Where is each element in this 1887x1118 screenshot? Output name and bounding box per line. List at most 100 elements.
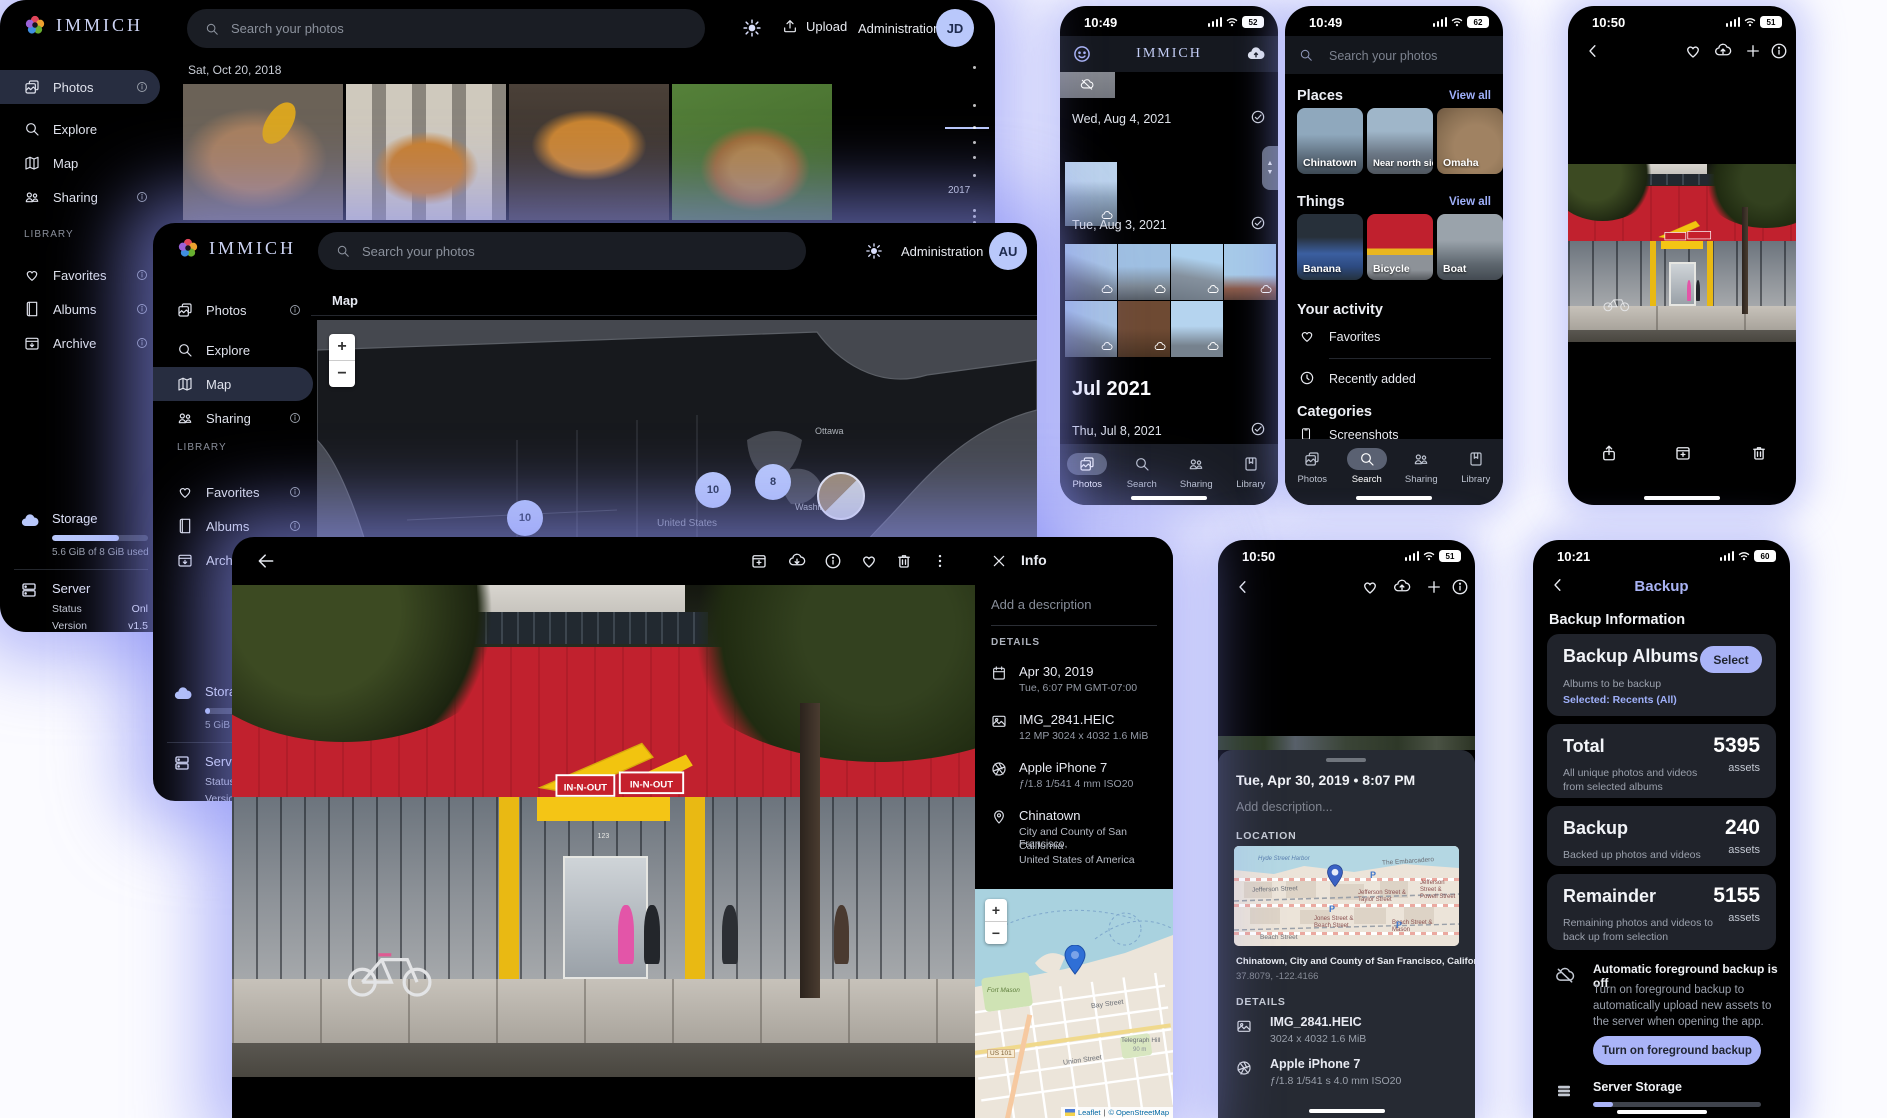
turn-on-foreground-backup-button[interactable]: Turn on foreground backup <box>1593 1036 1761 1065</box>
description-input[interactable]: Add description... <box>1236 800 1333 814</box>
user-avatar[interactable]: JD <box>936 9 974 47</box>
photo-thumb[interactable] <box>1065 162 1117 226</box>
nav-tab-library[interactable]: Library <box>1449 439 1504 505</box>
info-button[interactable] <box>1770 42 1788 60</box>
sidebar-item-map[interactable]: Map <box>0 146 160 180</box>
home-indicator[interactable] <box>1131 496 1207 500</box>
mini-map-zoom-control[interactable]: + − <box>985 899 1007 944</box>
delete-button[interactable] <box>895 552 913 570</box>
favorites-row[interactable]: Favorites <box>1285 326 1503 350</box>
info-icon[interactable] <box>136 269 148 281</box>
things-view-all-link[interactable]: View all <box>1449 196 1491 208</box>
home-indicator[interactable] <box>1617 1110 1707 1114</box>
map-zoom-control[interactable]: + − <box>329 334 355 387</box>
search-bar[interactable]: Search your photos <box>318 232 806 270</box>
photo-thumb[interactable] <box>1224 244 1276 300</box>
day-select-checkbox[interactable] <box>1250 109 1266 125</box>
sidebar-item-sharing[interactable]: Sharing <box>153 401 313 435</box>
sidebar-item-favorites[interactable]: Favorites <box>153 475 313 509</box>
upload-cloud-button[interactable] <box>1393 578 1411 596</box>
theme-toggle-button[interactable] <box>742 18 762 38</box>
info-icon[interactable] <box>136 337 148 349</box>
upload-cloud-button[interactable] <box>1714 42 1732 60</box>
sidebar-item-sharing[interactable]: Sharing <box>0 180 160 214</box>
places-view-all-link[interactable]: View all <box>1449 90 1491 102</box>
info-button[interactable] <box>824 552 842 570</box>
sidebar-item-favorites[interactable]: Favorites <box>0 258 160 292</box>
photo-thumb[interactable] <box>1065 301 1117 357</box>
photo-thumb[interactable] <box>183 84 343 220</box>
photo-cluster-marker[interactable]: 8 <box>755 464 791 500</box>
user-avatar[interactable]: AU <box>989 232 1027 270</box>
thing-card[interactable]: Banana <box>1297 214 1363 280</box>
zoom-in-button[interactable]: + <box>985 899 1007 922</box>
thing-card[interactable]: Boat <box>1437 214 1503 280</box>
nav-tab-library[interactable]: Library <box>1224 444 1279 505</box>
administration-link[interactable]: Administration <box>858 21 940 36</box>
photo-map-marker[interactable] <box>817 472 865 520</box>
info-icon[interactable] <box>289 304 301 316</box>
info-icon[interactable] <box>136 191 148 203</box>
nav-tab-photos[interactable]: Photos <box>1285 439 1340 505</box>
archive-button[interactable] <box>1674 444 1692 462</box>
scrollbar-thumb[interactable]: ▲▼ <box>1262 146 1278 190</box>
photo-thumb[interactable] <box>346 84 506 220</box>
more-options-button[interactable] <box>931 552 949 570</box>
nav-tab-photos[interactable]: Photos <box>1060 444 1115 505</box>
close-info-button[interactable] <box>991 553 1007 569</box>
share-button[interactable] <box>1600 444 1618 462</box>
thing-card[interactable]: Bicycle <box>1367 214 1433 280</box>
info-icon[interactable] <box>136 81 148 93</box>
favorite-button[interactable] <box>1684 42 1702 60</box>
info-icon[interactable] <box>289 486 301 498</box>
upload-button[interactable]: Upload <box>782 18 847 34</box>
location-mini-map[interactable]: Fort Mason US 101 Bay Street Union Stree… <box>975 889 1173 1118</box>
zoom-in-button[interactable]: + <box>329 334 355 361</box>
zoom-out-button[interactable]: − <box>329 361 355 387</box>
immich-logo[interactable]: IMMICH <box>24 14 143 36</box>
photo-thumb[interactable] <box>1171 301 1223 357</box>
place-card[interactable]: Chinatown <box>1297 108 1363 174</box>
photo-thumb[interactable] <box>1171 244 1223 300</box>
home-indicator[interactable] <box>1356 496 1432 500</box>
sheet-drag-handle[interactable] <box>1326 758 1366 762</box>
photo-main[interactable]: IN-N-OUT IN-N-OUT 123 <box>232 585 975 1077</box>
photo-thumb[interactable] <box>509 84 669 220</box>
sidebar-item-explore[interactable]: Explore <box>153 333 313 367</box>
place-card[interactable]: Omaha <box>1437 108 1503 174</box>
location-title[interactable]: Chinatown <box>1019 808 1080 823</box>
photo-strip[interactable] <box>1218 736 1475 750</box>
info-icon[interactable] <box>289 520 301 532</box>
photo-cluster-marker[interactable]: 10 <box>507 500 543 536</box>
location-map[interactable]: Hyde Street Harbor The Embarcadero Jeffe… <box>1234 846 1459 946</box>
photo-cluster-marker[interactable]: 10 <box>695 472 731 508</box>
sidebar-item-archive[interactable]: Archive <box>0 326 160 360</box>
photo-thumb[interactable] <box>1060 72 1115 98</box>
search-bar[interactable]: Search your photos <box>1285 36 1503 74</box>
photo-thumb[interactable] <box>1118 301 1170 357</box>
add-button[interactable] <box>1425 578 1443 596</box>
zoom-out-button[interactable]: − <box>985 922 1007 944</box>
photo-thumb[interactable] <box>672 84 832 220</box>
sidebar-item-explore[interactable]: Explore <box>0 112 160 146</box>
back-button[interactable] <box>1234 578 1252 596</box>
favorite-button[interactable] <box>1361 578 1379 596</box>
home-indicator[interactable] <box>1644 496 1720 500</box>
theme-toggle-button[interactable] <box>865 242 883 260</box>
photo-thumb[interactable] <box>1118 244 1170 300</box>
search-bar[interactable]: Search your photos <box>187 9 705 48</box>
leaflet-link[interactable]: Leaflet <box>1078 1108 1101 1117</box>
delete-button[interactable] <box>1750 444 1768 462</box>
favorite-button[interactable] <box>860 552 878 570</box>
description-input[interactable]: Add a description <box>991 597 1091 612</box>
info-icon[interactable] <box>289 412 301 424</box>
back-button[interactable] <box>1584 42 1602 60</box>
select-albums-button[interactable]: Select <box>1700 646 1762 673</box>
photo-main[interactable] <box>1568 164 1796 342</box>
sidebar-item-photos[interactable]: Photos <box>0 70 160 104</box>
immich-logo[interactable]: IMMICH <box>177 237 296 259</box>
add-button[interactable] <box>1744 42 1762 60</box>
osm-link[interactable]: © OpenStreetMap <box>1108 1108 1169 1117</box>
backup-cloud-icon[interactable] <box>1246 44 1266 64</box>
back-button[interactable] <box>256 551 276 571</box>
